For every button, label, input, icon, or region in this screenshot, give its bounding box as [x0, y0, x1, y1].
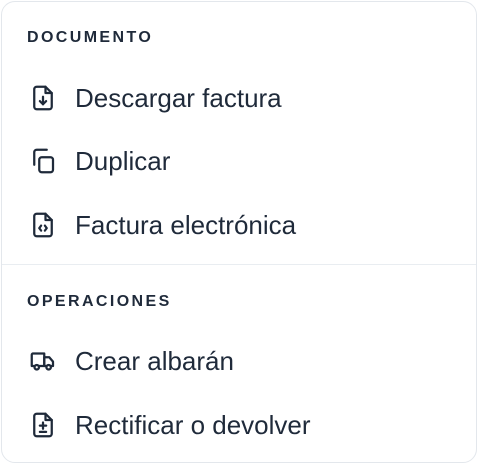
menu-item-duplicar[interactable]: Duplicar — [2, 134, 476, 188]
menu-item-label: Factura electrónica — [75, 210, 297, 240]
section-title-documento: DOCUMENTO — [27, 29, 154, 46]
menu-item-label: Crear albarán — [75, 346, 234, 376]
menu-item-label: Descargar factura — [75, 83, 282, 113]
actions-dropdown-menu: DOCUMENTO Descargar factura Duplicar Fac… — [1, 1, 477, 463]
menu-item-label: Duplicar — [75, 146, 171, 176]
menu-item-rectificar-o-devolver[interactable]: Rectificar o devolver — [2, 398, 476, 452]
section-title-operaciones: OPERACIONES — [27, 293, 172, 310]
menu-item-descargar-factura[interactable]: Descargar factura — [2, 71, 476, 125]
menu-item-crear-albaran[interactable]: Crear albarán — [2, 334, 476, 388]
copy-icon — [28, 146, 58, 176]
section-divider — [2, 264, 476, 265]
file-plus-minus-icon — [28, 410, 58, 440]
truck-icon — [28, 346, 58, 376]
section-documento: DOCUMENTO Descargar factura Duplicar Fac… — [2, 2, 476, 264]
file-code-icon — [28, 210, 58, 240]
menu-item-factura-electronica[interactable]: Factura electrónica — [2, 198, 476, 252]
menu-item-label: Rectificar o devolver — [75, 410, 311, 440]
file-download-icon — [28, 83, 58, 113]
